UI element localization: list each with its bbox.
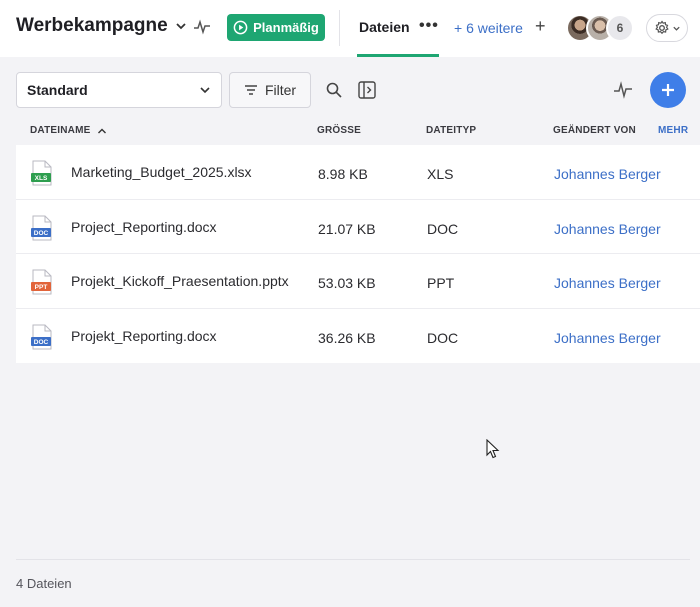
column-header-type[interactable]: DATEITYP bbox=[426, 125, 476, 136]
modified-by-link[interactable]: Johannes Berger bbox=[554, 166, 661, 182]
svg-text:XLS: XLS bbox=[35, 175, 48, 182]
modified-by-link[interactable]: Johannes Berger bbox=[554, 330, 661, 346]
column-header-more[interactable]: MEHR bbox=[658, 125, 688, 136]
active-tab-indicator bbox=[357, 54, 439, 57]
sort-ascending-icon bbox=[97, 128, 106, 133]
chevron-down-icon bbox=[176, 23, 186, 30]
file-type-icon: DOC bbox=[31, 324, 52, 349]
file-size: 8.98 KB bbox=[318, 166, 368, 182]
file-type-icon: DOC bbox=[31, 215, 52, 240]
file-name[interactable]: Projekt_Kickoff_Praesentation.pptx bbox=[71, 273, 289, 289]
file-type: DOC bbox=[427, 329, 459, 346]
table-row[interactable]: DOC Project_Reporting.docx 21.07 KB DOC Joha… bbox=[16, 200, 700, 254]
table-row[interactable]: XLS Marketing_Budget_2025.xlsx 8.98 KB XLS J… bbox=[16, 145, 700, 200]
mouse-cursor-icon bbox=[486, 439, 500, 459]
header-divider bbox=[339, 10, 340, 46]
file-type-icon: XLS bbox=[31, 160, 52, 186]
file-name[interactable]: Project_Reporting.docx bbox=[71, 219, 217, 235]
play-circle-icon bbox=[233, 20, 248, 35]
file-name[interactable]: Marketing_Budget_2025.xlsx bbox=[71, 164, 252, 180]
filter-button[interactable]: Filter bbox=[229, 72, 311, 108]
file-table: XLS Marketing_Budget_2025.xlsx 8.98 KB XLS J… bbox=[16, 145, 700, 363]
add-file-button[interactable] bbox=[650, 72, 686, 108]
column-header-size[interactable]: GRÖSSE bbox=[317, 125, 361, 136]
filter-icon bbox=[244, 85, 257, 95]
activity-icon[interactable] bbox=[613, 81, 633, 99]
chevron-down-icon bbox=[200, 87, 210, 94]
file-size: 36.26 KB bbox=[318, 329, 376, 346]
modified-by-link[interactable]: Johannes Berger bbox=[554, 275, 661, 291]
footer-divider bbox=[16, 559, 690, 560]
more-tabs-link[interactable]: + 6 weitere bbox=[454, 20, 523, 36]
file-type: DOC bbox=[427, 220, 459, 237]
table-row[interactable]: DOC Projekt_Reporting.docx 36.26 KB DOC Joha… bbox=[16, 309, 700, 364]
project-title: Werbekampagne bbox=[16, 15, 168, 36]
gear-icon bbox=[654, 20, 669, 35]
file-name[interactable]: Projekt_Reporting.docx bbox=[71, 328, 217, 344]
tab-options-icon[interactable]: ••• bbox=[419, 17, 439, 35]
plus-icon bbox=[662, 84, 674, 96]
file-type-icon: PPT bbox=[31, 269, 52, 295]
table-row[interactable]: PPT Projekt_Kickoff_Praesentation.pptx 53.… bbox=[16, 254, 700, 309]
project-title-dropdown[interactable]: Werbekampagne bbox=[16, 15, 188, 37]
status-button[interactable]: Planmäßig bbox=[227, 14, 325, 41]
add-tab-icon[interactable]: + bbox=[535, 16, 546, 37]
project-header: Werbekampagne Planmäßig Dateien ••• + 6 … bbox=[0, 0, 700, 57]
file-type: XLS bbox=[427, 166, 454, 182]
status-label: Planmäßig bbox=[253, 20, 319, 35]
svg-text:PPT: PPT bbox=[35, 284, 48, 291]
column-header-modified-by[interactable]: GEÄNDERT VON bbox=[553, 125, 636, 136]
tab-dateien[interactable]: Dateien bbox=[359, 19, 410, 35]
search-icon[interactable] bbox=[325, 81, 343, 99]
svg-text:DOC: DOC bbox=[34, 230, 49, 237]
chevron-down-icon bbox=[672, 26, 680, 31]
activity-icon[interactable] bbox=[193, 18, 211, 36]
panel-toggle-icon[interactable] bbox=[357, 80, 377, 100]
modified-by-link[interactable]: Johannes Berger bbox=[554, 221, 661, 237]
svg-text:DOC: DOC bbox=[34, 339, 49, 346]
member-count-badge[interactable]: 6 bbox=[606, 14, 634, 42]
file-size: 53.03 KB bbox=[318, 275, 376, 291]
file-size: 21.07 KB bbox=[318, 220, 376, 237]
column-header-name-label: DATEINAME bbox=[30, 125, 91, 136]
file-count: 4 Dateien bbox=[16, 576, 72, 591]
filter-label: Filter bbox=[264, 82, 297, 98]
view-select-value: Standard bbox=[27, 82, 88, 98]
view-select[interactable]: Standard bbox=[16, 72, 222, 108]
column-header-name[interactable]: DATEINAME bbox=[30, 125, 107, 136]
settings-button[interactable] bbox=[646, 14, 688, 42]
file-type: PPT bbox=[427, 275, 455, 291]
